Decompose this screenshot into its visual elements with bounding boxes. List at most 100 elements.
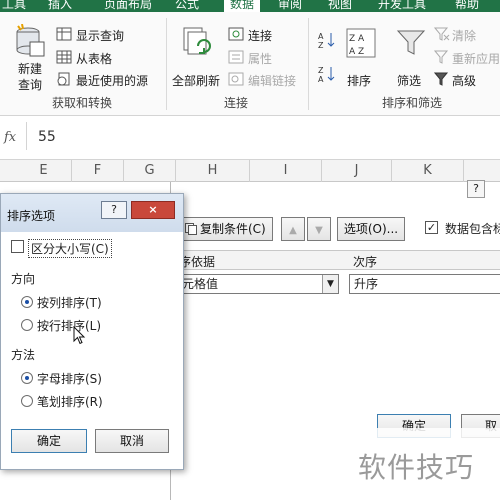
connections-label: 连接: [248, 29, 273, 43]
header-checkbox[interactable]: ✓: [425, 221, 438, 234]
tab-insert[interactable]: 插入: [48, 0, 72, 12]
clear-button[interactable]: 清除: [434, 26, 500, 44]
letter-sort-radio[interactable]: [21, 372, 33, 384]
tab-tools[interactable]: 工具: [2, 0, 26, 12]
clear-filter-icon: [434, 27, 450, 41]
tab-help[interactable]: 帮助: [455, 0, 479, 12]
from-table-label: 从表格: [76, 52, 113, 66]
group-label-sort-filter: 排序和筛选: [382, 96, 443, 110]
new-query-label-2: 查询: [18, 78, 43, 92]
ribbon-separator: [308, 18, 309, 110]
svg-text:Z: Z: [318, 41, 324, 50]
column-header-row: E F G H I J K: [0, 160, 500, 182]
close-icon[interactable]: ×: [131, 201, 175, 219]
column-header[interactable]: F: [72, 160, 124, 182]
column-header[interactable]: K: [392, 160, 464, 182]
edit-links-button[interactable]: 编辑链接: [228, 71, 308, 89]
refresh-all-icon: [183, 27, 211, 55]
sort-za-icon: ZA: [318, 66, 335, 84]
advanced-button[interactable]: 高级: [434, 71, 500, 89]
sort-on-select[interactable]: 元格值 ▼: [177, 274, 339, 294]
options-cancel-button[interactable]: 取消: [95, 429, 169, 453]
ribbon-tab-bar: 工具 插入 页面布局 公式 数据 审阅 视图 开发工具 帮助: [0, 0, 500, 12]
move-down-button[interactable]: ▼: [307, 217, 331, 241]
column-header[interactable]: J: [322, 160, 392, 182]
refresh-all-button[interactable]: 全部刷新: [172, 24, 224, 94]
sort-levels-header: 序依据 次序: [171, 250, 500, 270]
chevron-down-icon: ▼: [322, 275, 338, 293]
stroke-sort-radio[interactable]: [21, 395, 33, 407]
group-label-connections: 连接: [224, 96, 249, 110]
sort-options-dialog: 排序选项 ? × 区分大小写(C) 方向 按列排序(T) 按行排序(L) 方法 …: [0, 193, 184, 470]
tab-developer[interactable]: 开发工具: [378, 0, 426, 12]
up-arrow-icon: ▲: [289, 225, 297, 236]
tab-review[interactable]: 审阅: [278, 0, 302, 12]
case-sensitive-checkbox[interactable]: [11, 240, 24, 253]
sort-by-row-label: 按行排序(L): [37, 319, 102, 333]
copy-level-button[interactable]: 复制条件(C): [181, 217, 273, 241]
sort-icon: Z A A Z: [346, 28, 376, 58]
column-header[interactable]: G: [124, 160, 176, 182]
sort-ascending-button[interactable]: AZ: [316, 30, 338, 50]
svg-text:A Z: A Z: [349, 47, 364, 57]
case-sensitive-label: 区分大小写(C): [28, 239, 112, 258]
copy-icon: [185, 223, 197, 235]
move-up-button[interactable]: ▲: [281, 217, 305, 241]
ribbon-separator: [166, 18, 167, 110]
copy-level-label: 复制条件(C): [200, 222, 266, 236]
order-value: 升序: [354, 277, 379, 291]
sort-by-row-radio[interactable]: [21, 319, 33, 331]
column-header[interactable]: H: [176, 160, 250, 182]
sort-on-value: 元格值: [182, 277, 219, 291]
new-query-button[interactable]: 新建 查询: [10, 24, 50, 94]
sort-descending-button[interactable]: ZA: [316, 64, 338, 84]
new-query-icon: [16, 24, 45, 57]
tab-formulas[interactable]: 公式: [175, 0, 199, 12]
fx-icon[interactable]: fx: [4, 130, 16, 145]
options-ok-button[interactable]: 确定: [11, 429, 87, 453]
properties-button[interactable]: 属性: [228, 49, 308, 67]
filter-funnel-icon: [396, 30, 426, 55]
tab-view[interactable]: 视图: [328, 0, 352, 12]
options-help-button[interactable]: ?: [101, 201, 127, 219]
show-queries-label: 显示查询: [76, 29, 125, 43]
sort-by-column-label: 按列排序(T): [37, 296, 102, 310]
advanced-label: 高级: [452, 74, 477, 88]
sort-by-column-radio[interactable]: [21, 296, 33, 308]
group-label-get-transform: 获取和转换: [52, 96, 113, 110]
options-button[interactable]: 选项(O)...: [337, 217, 405, 241]
show-queries-button[interactable]: 显示查询: [56, 26, 166, 44]
new-query-label-1: 新建: [18, 62, 43, 76]
clear-label: 清除: [452, 29, 477, 43]
tab-data[interactable]: 数据: [224, 0, 261, 12]
table-icon: [56, 27, 72, 41]
connections-icon: [228, 27, 244, 41]
filter-label: 筛选: [397, 74, 422, 88]
order-select[interactable]: 升序: [349, 274, 500, 294]
recent-sources-button[interactable]: 最近使用的源: [56, 71, 166, 89]
connections-button[interactable]: 连接: [228, 26, 308, 44]
sort-label: 排序: [347, 74, 372, 88]
from-table-button[interactable]: 从表格: [56, 49, 166, 67]
dialog-title-bar[interactable]: 排序选项 ? ×: [1, 194, 183, 232]
formula-input[interactable]: 55: [38, 129, 56, 145]
svg-text:Z A: Z A: [349, 34, 365, 44]
filter-button[interactable]: 筛选: [394, 26, 428, 90]
reapply-filter-icon: [434, 50, 449, 64]
column-header[interactable]: E: [16, 160, 72, 182]
properties-icon: [228, 50, 244, 64]
sort-button[interactable]: Z A A Z 排序: [344, 26, 378, 90]
sort-dialog-help-button[interactable]: ?: [467, 180, 485, 198]
reapply-button[interactable]: 重新应用: [434, 49, 500, 67]
formula-bar: fx 55: [0, 116, 500, 160]
tab-page-layout[interactable]: 页面布局: [104, 0, 152, 12]
stroke-sort-label: 笔划排序(R): [37, 395, 103, 409]
edit-links-icon: [228, 72, 244, 86]
edit-links-label: 编辑链接: [248, 74, 297, 88]
table-grid-icon: [56, 50, 72, 64]
sort-on-header: 序依据: [179, 255, 216, 269]
refresh-all-label: 全部刷新: [172, 74, 221, 88]
recent-source-icon: [57, 72, 70, 86]
orientation-label: 方向: [11, 272, 36, 286]
column-header[interactable]: I: [250, 160, 322, 182]
